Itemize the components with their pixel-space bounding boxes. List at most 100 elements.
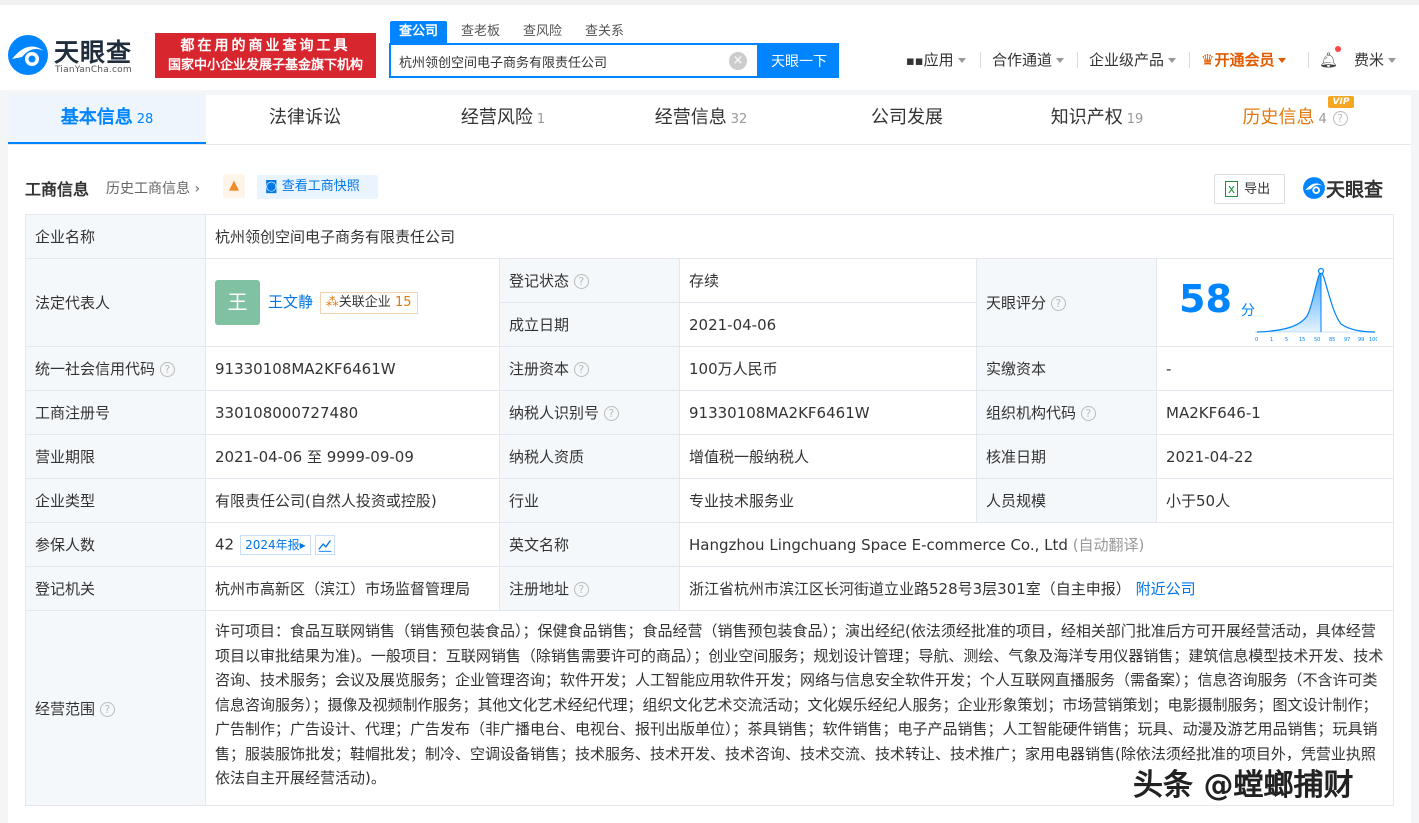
address-cell: 浙江省杭州市滨江区长河街道立业路528号3层301室（自主申报） 附近公司 xyxy=(678,566,1395,611)
insured-cell: 42 2024年报▸ xyxy=(205,522,500,567)
table-row: 统一社会信用代码 ? 91330108MA2KF6461W 注册资本 ? 100… xyxy=(25,346,1395,391)
slogan-line2: 国家中小企业发展子基金旗下机构 xyxy=(167,58,363,73)
search-box: × xyxy=(389,43,759,78)
score-widget[interactable]: 58 分 0 1 5 15 50 85 97 99 10 xyxy=(1158,260,1393,346)
table-row: 营业期限 2021-04-06 至 9999-09-09 纳税人资质 增值税一般… xyxy=(25,434,1395,479)
help-icon[interactable]: ? xyxy=(573,362,589,377)
tab-risk[interactable]: 经营风险 1 xyxy=(404,95,602,144)
nav-apps-label: 应用 xyxy=(923,51,954,69)
score-value: 58 xyxy=(1179,276,1232,321)
reg-status-label-text: 登记状态 xyxy=(509,272,570,290)
nav-enterprise[interactable]: 企业级产品 xyxy=(1089,49,1177,71)
tab-ip[interactable]: 知识产权 19 xyxy=(998,95,1196,144)
clear-icon[interactable]: × xyxy=(729,52,747,70)
snapshot-button[interactable]: ◙ 查看工商快照 xyxy=(257,175,378,199)
company-name-label: 企业名称 xyxy=(25,214,206,259)
logo-eye-icon xyxy=(8,35,48,75)
term-label: 营业期限 xyxy=(25,434,206,479)
excel-icon: x xyxy=(1225,181,1239,197)
industry: 专业技术服务业 xyxy=(679,478,977,523)
nav-divider xyxy=(1308,52,1309,68)
camera-icon: ◙ xyxy=(265,179,282,194)
scope-label: 经营范围 ? xyxy=(25,610,206,806)
help-icon[interactable]: ? xyxy=(99,701,115,717)
crown-icon: ♛ xyxy=(1201,51,1215,69)
tab-history[interactable]: 历史信息 4 ? xyxy=(1196,95,1394,144)
nav-divider xyxy=(980,52,981,68)
export-button[interactable]: x 导出 xyxy=(1214,174,1285,204)
tab-label: 基本信息 xyxy=(60,107,133,128)
tab-operation[interactable]: 经营信息 32 xyxy=(602,95,800,144)
help-icon[interactable]: ? xyxy=(573,582,589,597)
tab-label: 知识产权 xyxy=(1050,107,1123,128)
nearby-companies-link[interactable]: 附近公司 xyxy=(1136,580,1196,598)
tab-count: 19 xyxy=(1126,112,1144,127)
legal-rep-link[interactable]: 王文静 xyxy=(268,293,313,311)
nav-apps[interactable]: ▪▪应用 xyxy=(906,49,966,71)
vip-badge: VIP xyxy=(1328,96,1354,108)
logo-text: 天眼查 xyxy=(54,38,133,67)
auto-translate-note: (自动翻译) xyxy=(1072,536,1145,554)
type-label: 企业类型 xyxy=(25,478,206,523)
tab-basic-info[interactable]: 基本信息 28 xyxy=(8,95,206,144)
trend-chart-icon[interactable] xyxy=(314,534,335,555)
user-name: 费米 xyxy=(1354,51,1385,69)
score-unit: 分 xyxy=(1241,302,1255,319)
snapshot-label: 查看工商快照 xyxy=(281,179,360,194)
tab-legal[interactable]: 法律诉讼 xyxy=(206,95,404,144)
help-icon[interactable]: ? xyxy=(1050,296,1066,311)
staff-label: 人员规模 xyxy=(976,478,1157,523)
nav-channel[interactable]: 合作通道 xyxy=(992,49,1065,71)
tax-id: 91330108MA2KF6461W xyxy=(679,390,977,435)
network-icon: ⁂ xyxy=(325,294,339,310)
est-date-label: 成立日期 xyxy=(499,302,680,347)
annual-report-badge[interactable]: 2024年报▸ xyxy=(240,534,311,555)
reg-no: 330108000727480 xyxy=(205,390,500,435)
detail-tabs: 基本信息 28 法律诉讼 经营风险 1 经营信息 32 公司发展 知识产权 19 历史信… xyxy=(8,95,1411,145)
help-icon[interactable]: ? xyxy=(159,362,175,377)
business-info-panel: 工商信息 历史工商信息 › ▲ ◙ 查看工商快照 x 导出 天眼查 企业名称 杭州… xyxy=(8,145,1411,823)
monitor-button[interactable]: ▲ xyxy=(223,174,245,198)
score-distribution-chart: 0 1 5 15 50 85 97 99 100 xyxy=(1255,267,1377,343)
search-input[interactable] xyxy=(399,52,719,70)
est-date: 2021-04-06 xyxy=(679,302,977,347)
chart-tick-label: 85 xyxy=(1329,337,1335,343)
help-icon[interactable]: ? xyxy=(603,406,619,421)
help-icon[interactable]: ? xyxy=(1080,406,1096,421)
history-info-label: 历史工商信息 xyxy=(106,181,190,197)
related-company-badge[interactable]: ⁂关联企业 15 xyxy=(319,291,418,314)
search-button[interactable]: 天眼一下 xyxy=(759,43,839,78)
credit-code: 91330108MA2KF6461W xyxy=(205,346,500,391)
chart-tick-label: 0 xyxy=(1255,337,1258,343)
table-row: 企业名称 杭州领创空间电子商务有限责任公司 xyxy=(25,214,1395,259)
table-row: 法定代表人 王王文静 ⁂关联企业 15 登记状态 ? 存续 天眼评分 ? 58 … xyxy=(25,258,1395,347)
chart-tick-label: 100 xyxy=(1369,337,1377,343)
notification-bell[interactable]: 🔔︎ xyxy=(1319,49,1338,71)
score-label-text: 天眼评分 xyxy=(986,294,1047,312)
user-menu[interactable]: 费米 xyxy=(1354,49,1397,71)
authority: 杭州市高新区（滨江）市场监督管理局 xyxy=(205,566,500,611)
search-tab-relation[interactable]: 查关系 xyxy=(585,21,624,43)
table-row: 登记机关 杭州市高新区（滨江）市场监督管理局 注册地址 ? 浙江省杭州市滨江区长… xyxy=(25,566,1395,611)
tianyancha-logo[interactable]: 天眼查 TianYanCha.com xyxy=(6,33,151,79)
search-tab-boss[interactable]: 查老板 xyxy=(461,21,500,43)
help-icon[interactable]: ? xyxy=(1332,110,1348,126)
tab-development[interactable]: 公司发展 xyxy=(808,95,1006,144)
notification-dot xyxy=(1335,46,1341,52)
authority-label: 登记机关 xyxy=(25,566,206,611)
tab-label: 经营风险 xyxy=(460,107,533,128)
nav-divider xyxy=(1189,52,1190,68)
insured-count: 42 xyxy=(215,535,235,553)
help-icon[interactable]: ? xyxy=(573,274,589,289)
search-tab-company[interactable]: 查公司 xyxy=(390,21,448,43)
industry-label: 行业 xyxy=(499,478,680,523)
reg-capital-label-text: 注册资本 xyxy=(509,360,570,378)
chevron-down-icon xyxy=(1278,58,1287,63)
nav-vip[interactable]: ♛开通会员 xyxy=(1201,49,1287,71)
history-info-link[interactable]: 历史工商信息 › xyxy=(106,178,200,198)
slogan-banner: 都在用的商业查询工具 国家中小企业发展子基金旗下机构 xyxy=(155,33,376,78)
nav-vip-label: 开通会员 xyxy=(1214,51,1275,69)
search-tab-risk[interactable]: 查风险 xyxy=(523,21,562,43)
avatar[interactable]: 王 xyxy=(215,280,260,325)
grid-icon: ▪▪ xyxy=(906,54,924,69)
